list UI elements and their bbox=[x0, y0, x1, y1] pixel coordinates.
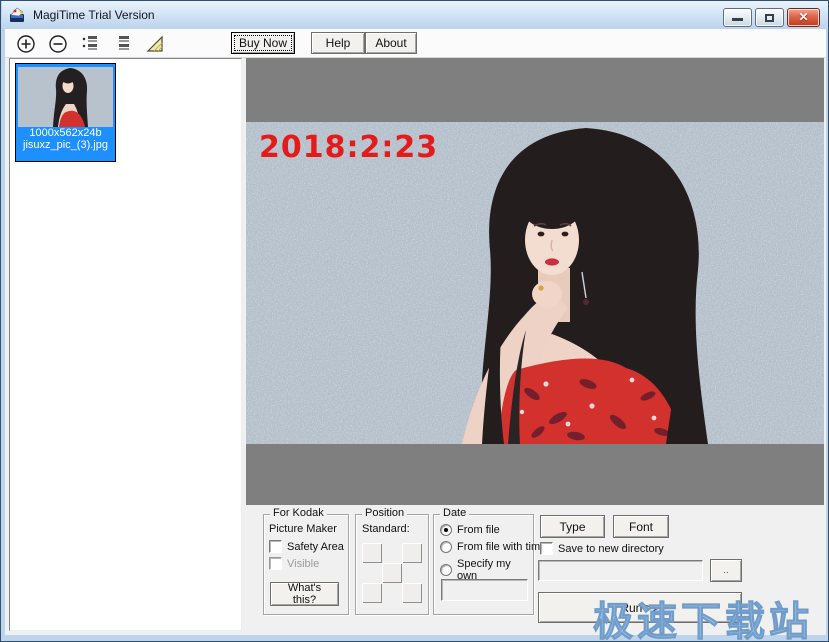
client-area: 1000x562x24b jisuxz_pic_(3).jpg bbox=[5, 58, 826, 635]
add-image-button[interactable] bbox=[15, 33, 37, 55]
safety-area-checkbox-box[interactable] bbox=[269, 540, 282, 553]
wizard-icon bbox=[145, 33, 167, 55]
standard-label: Standard: bbox=[362, 523, 410, 535]
app-window: MagiTime Trial Version ✕ bbox=[0, 0, 829, 642]
radio-from-file-with-time-circle[interactable] bbox=[440, 541, 452, 553]
radio-from-file-with-time[interactable]: From file with time bbox=[440, 541, 546, 553]
minimize-icon bbox=[732, 18, 743, 21]
window-title: MagiTime Trial Version bbox=[33, 8, 155, 22]
app-icon bbox=[9, 7, 27, 23]
list-view-button[interactable] bbox=[113, 33, 135, 55]
buy-now-button[interactable]: Buy Now bbox=[231, 32, 295, 54]
select-all-icon bbox=[79, 33, 101, 55]
radio-from-file-label: From file bbox=[457, 524, 500, 536]
radio-specify-my-own-circle[interactable] bbox=[440, 564, 452, 576]
preview-pane: 2018:2:23 bbox=[246, 58, 824, 505]
position-cell-bottom-right[interactable] bbox=[402, 583, 422, 603]
directory-input[interactable] bbox=[538, 560, 703, 581]
position-cell-bottom-left[interactable] bbox=[362, 583, 382, 603]
radio-from-file-circle[interactable] bbox=[440, 524, 452, 536]
site-watermark: 极速下载站 bbox=[593, 589, 813, 642]
remove-icon bbox=[47, 33, 69, 55]
close-icon: ✕ bbox=[788, 10, 819, 24]
position-cell-center[interactable] bbox=[382, 563, 402, 583]
position-cell-top-right[interactable] bbox=[402, 543, 422, 563]
close-button[interactable]: ✕ bbox=[787, 8, 820, 27]
list-item[interactable]: 1000x562x24b jisuxz_pic_(3).jpg bbox=[15, 63, 116, 162]
wizard-tool-button[interactable] bbox=[145, 33, 167, 55]
position-group: Position Standard: bbox=[355, 514, 429, 615]
position-group-legend: Position bbox=[362, 507, 407, 519]
thumbnail-dimensions: 1000x562x24b bbox=[29, 127, 101, 139]
save-to-new-directory-checkbox[interactable]: Save to new directory bbox=[540, 542, 664, 555]
timestamp-overlay[interactable]: 2018:2:23 bbox=[259, 130, 438, 165]
kodak-group-legend: For Kodak bbox=[270, 507, 327, 519]
picture-maker-label: Picture Maker bbox=[269, 523, 337, 535]
minimize-button[interactable] bbox=[723, 8, 752, 27]
visible-label: Visible bbox=[287, 558, 319, 570]
save-to-new-directory-label: Save to new directory bbox=[558, 543, 664, 555]
select-all-button[interactable] bbox=[79, 33, 101, 55]
preview-photo bbox=[246, 122, 824, 444]
add-icon bbox=[15, 33, 37, 55]
save-to-new-directory-checkbox-box[interactable] bbox=[540, 542, 553, 555]
custom-date-input[interactable] bbox=[441, 579, 528, 601]
file-list[interactable]: 1000x562x24b jisuxz_pic_(3).jpg bbox=[9, 58, 242, 631]
position-cell-top-left[interactable] bbox=[362, 543, 382, 563]
remove-image-button[interactable] bbox=[47, 33, 69, 55]
safety-area-checkbox[interactable]: Safety Area bbox=[269, 540, 344, 553]
about-button[interactable]: About bbox=[365, 32, 417, 54]
radio-from-file-with-time-label: From file with time bbox=[457, 541, 546, 553]
date-group-legend: Date bbox=[440, 507, 469, 519]
list-icon bbox=[113, 33, 135, 55]
kodak-group: For Kodak Picture Maker Safety Area Visi… bbox=[263, 514, 349, 615]
type-button[interactable]: Type bbox=[540, 515, 605, 538]
visible-checkbox: Visible bbox=[269, 557, 319, 570]
title-bar[interactable]: MagiTime Trial Version ✕ bbox=[2, 1, 829, 29]
help-button[interactable]: Help bbox=[311, 32, 365, 54]
thumbnail-image bbox=[18, 67, 113, 127]
browse-button[interactable]: .. bbox=[710, 559, 742, 582]
visible-checkbox-box bbox=[269, 557, 282, 570]
toolbar: Buy Now Help About bbox=[5, 29, 826, 58]
thumbnail-filename: jisuxz_pic_(3).jpg bbox=[23, 139, 108, 151]
maximize-icon bbox=[765, 14, 774, 22]
font-button[interactable]: Font bbox=[613, 515, 669, 538]
safety-area-label: Safety Area bbox=[287, 541, 344, 553]
radio-from-file[interactable]: From file bbox=[440, 524, 500, 536]
maximize-button[interactable] bbox=[755, 8, 784, 27]
date-group: Date From file From file with time Speci… bbox=[433, 514, 534, 615]
whats-this-button[interactable]: What's this? bbox=[270, 582, 339, 606]
